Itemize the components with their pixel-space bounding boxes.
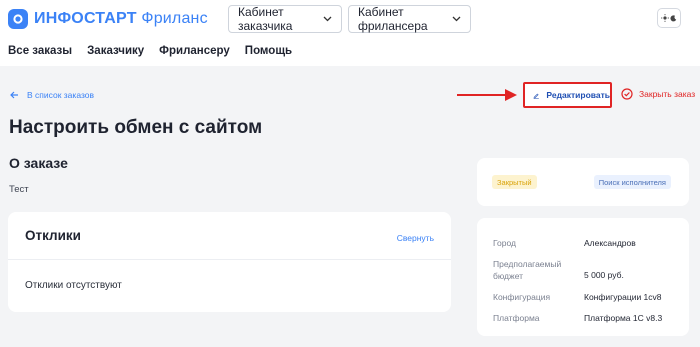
detail-value: Александров	[584, 238, 636, 248]
moon-icon	[670, 14, 677, 21]
about-order-heading: О заказе	[9, 155, 68, 171]
order-status-card: Закрытый Поиск исполнителя	[477, 158, 689, 206]
detail-row-platform: Платформа Платформа 1С v8.3	[493, 312, 678, 324]
close-order-button[interactable]: Закрыть заказ	[621, 88, 695, 100]
detail-row-budget: Предполагаемый бюджет 5 000 руб.	[493, 258, 678, 282]
arrow-left-icon	[10, 91, 18, 99]
freelancer-cabinet-label: Кабинет фрилансера	[358, 5, 428, 33]
customer-cabinet-dropdown[interactable]: Кабинет заказчика	[228, 5, 342, 33]
divider	[8, 259, 451, 260]
close-order-label: Закрыть заказ	[639, 89, 696, 99]
search-contractor-badge: Поиск исполнителя	[593, 175, 671, 189]
customer-cabinet-label: Кабинет заказчика	[238, 5, 293, 33]
detail-value: Конфигурации 1cv8	[584, 292, 662, 302]
edit-order-button[interactable]: Редактировать	[523, 82, 612, 108]
check-circle-icon	[621, 88, 633, 100]
theme-toggle-button[interactable]	[657, 8, 681, 28]
back-link-label: В список заказов	[27, 90, 94, 100]
pencil-icon	[533, 93, 539, 99]
nav-item-freelancer[interactable]: Фрилансеру	[159, 45, 230, 57]
nav-item-customer[interactable]: Заказчику	[87, 45, 144, 57]
top-header: ИНФОСТАРТ Фриланс Кабинет заказчика Каби…	[0, 0, 700, 66]
detail-label: Платформа	[493, 313, 540, 323]
detail-value: Платформа 1С v8.3	[584, 313, 663, 323]
detail-row-configuration: Конфигурация Конфигурации 1cv8	[493, 291, 678, 303]
detail-row-city: Город Александров	[493, 237, 678, 249]
chevron-down-icon	[323, 16, 332, 22]
brand-name: ИНФОСТАРТ Фриланс	[34, 10, 208, 27]
order-details-card: Город Александров Предполагаемый бюджет …	[477, 218, 689, 336]
responses-card: Отклики Свернуть Отклики отсутствуют	[8, 212, 451, 312]
detail-label: Город	[493, 238, 516, 248]
detail-value: 5 000 руб.	[584, 270, 624, 280]
main-nav: Все заказы Заказчику Фрилансеру Помощь	[8, 45, 307, 57]
freelancer-cabinet-dropdown[interactable]: Кабинет фрилансера	[348, 5, 471, 33]
responses-empty-text: Отклики отсутствуют	[25, 280, 122, 291]
annotation-arrow-icon	[457, 89, 517, 101]
edit-order-label: Редактировать	[546, 90, 610, 100]
chevron-down-icon	[452, 16, 461, 22]
detail-label: Предполагаемый бюджет	[493, 259, 562, 281]
collapse-responses-button[interactable]: Свернуть	[397, 233, 434, 243]
nav-item-help[interactable]: Помощь	[245, 45, 292, 57]
nav-item-all-orders[interactable]: Все заказы	[8, 45, 72, 57]
back-to-orders-link[interactable]: В список заказов	[10, 90, 94, 100]
status-badge: Закрытый	[492, 175, 537, 189]
brand-logo[interactable]: ИНФОСТАРТ Фриланс	[8, 8, 208, 30]
sun-icon	[661, 14, 669, 22]
page-title: Настроить обмен с сайтом	[9, 117, 263, 138]
about-order-text: Тест	[9, 184, 29, 195]
logo-icon	[8, 9, 28, 29]
detail-label: Конфигурация	[493, 292, 551, 302]
responses-heading: Отклики	[25, 228, 81, 243]
